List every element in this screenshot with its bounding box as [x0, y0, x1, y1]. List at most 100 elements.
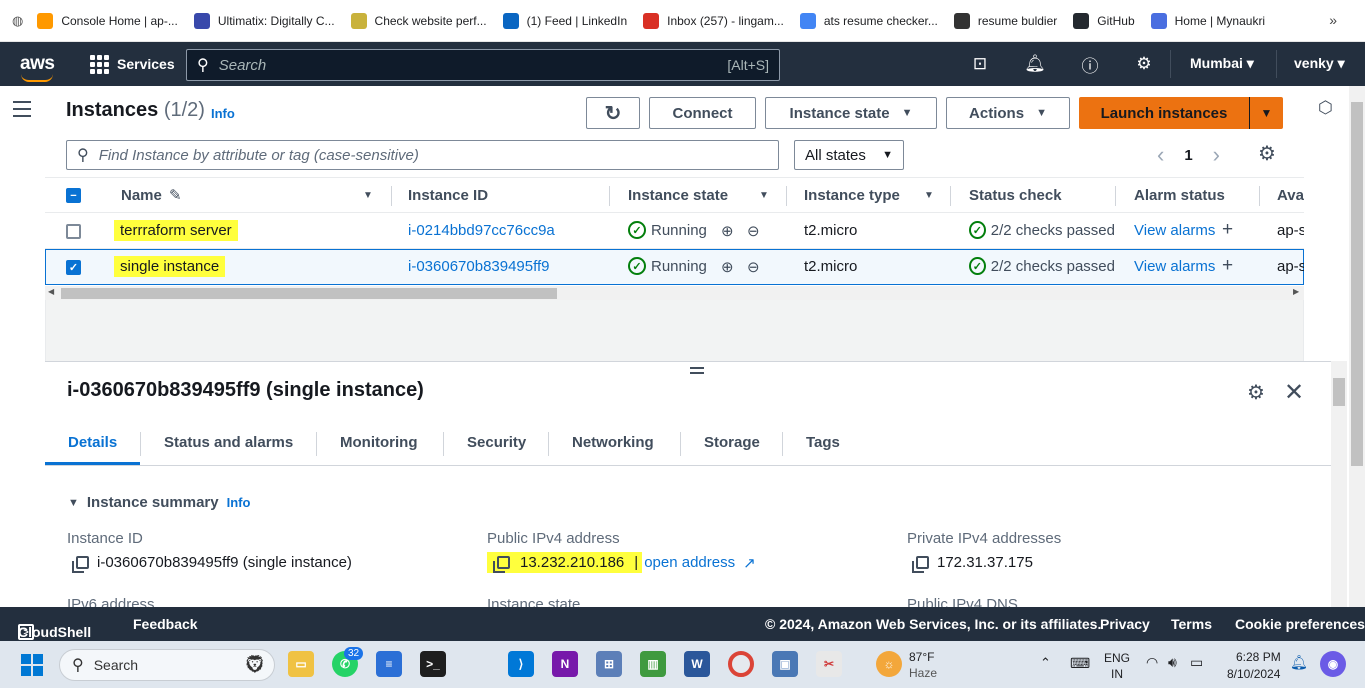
bookmark-item[interactable]: resume buldier — [953, 12, 1057, 29]
next-page-icon[interactable]: › — [1213, 142, 1220, 168]
instance-state-button[interactable]: Instance state ▼ — [765, 97, 937, 129]
refresh-button[interactable]: ↻ — [586, 97, 640, 129]
zoom-out-icon[interactable]: ⊖ — [747, 258, 760, 276]
column-header-availability-zone[interactable]: Avai — [1277, 187, 1304, 204]
zoom-in-icon[interactable]: ⊕ — [721, 222, 734, 240]
windows-start-icon[interactable] — [21, 654, 43, 676]
copy-icon[interactable] — [912, 556, 929, 573]
onenote-icon[interactable]: N — [552, 651, 578, 677]
search-input[interactable]: ⚲ Search [Alt+S] — [186, 49, 780, 81]
bell-icon[interactable]: 🔔︎ — [1024, 53, 1046, 75]
vscode-icon[interactable]: ⟩ — [508, 651, 534, 677]
view-alarms-link[interactable]: View alarms — [1134, 222, 1215, 239]
horizontal-scrollbar-thumb[interactable] — [61, 288, 557, 299]
prev-page-icon[interactable]: ‹ — [1157, 142, 1164, 168]
copy-icon[interactable] — [72, 556, 89, 573]
user-menu[interactable]: venky ▾ — [1294, 55, 1345, 72]
tab-storage[interactable]: Storage — [704, 434, 760, 451]
word-icon[interactable]: W — [684, 651, 710, 677]
table-settings-icon[interactable]: ⚙ — [1258, 141, 1276, 166]
sort-icon[interactable]: ▼ — [363, 190, 373, 201]
zoom-out-icon[interactable]: ⊖ — [747, 222, 760, 240]
help-icon[interactable]: ⓘ — [1079, 53, 1101, 76]
terminal-icon[interactable]: >_ — [420, 651, 446, 677]
bookmark-item[interactable]: Home | Mynaukri — [1150, 12, 1265, 29]
copy-icon[interactable] — [493, 556, 510, 573]
info-link[interactable]: Info — [227, 495, 251, 510]
keyboard-icon[interactable]: ⌨ — [1070, 655, 1090, 672]
chevron-up-icon[interactable]: ⌃ — [1040, 655, 1051, 671]
chrome-icon[interactable] — [728, 651, 754, 677]
language-indicator[interactable]: ENG — [1104, 651, 1130, 665]
actions-button[interactable]: Actions ▼ — [946, 97, 1070, 129]
tab-tags[interactable]: Tags — [806, 434, 840, 451]
aws-logo[interactable]: aws — [20, 54, 56, 82]
column-header-instance-id[interactable]: Instance ID — [408, 187, 488, 204]
tab-security[interactable]: Security — [467, 434, 526, 451]
state-filter-select[interactable]: All states ▼ — [794, 140, 904, 170]
services-menu-button[interactable]: Services — [90, 54, 175, 74]
region-selector[interactable]: Mumbai ▾ — [1190, 55, 1254, 72]
menu-icon[interactable] — [13, 101, 31, 122]
page-scrollbar-thumb[interactable] — [1351, 102, 1363, 466]
select-all-checkbox[interactable]: − — [66, 188, 81, 203]
column-header-instance-state[interactable]: Instance state — [628, 187, 728, 204]
tab-status-and-alarms[interactable]: Status and alarms — [164, 434, 293, 451]
connect-button[interactable]: Connect — [649, 97, 756, 129]
launch-instances-button[interactable]: Launch instances — [1079, 97, 1249, 129]
sort-icon[interactable]: ▼ — [759, 190, 769, 201]
cloudshell-icon[interactable]: ⊡ — [969, 53, 991, 75]
notification-bell-icon[interactable]: 🔔︎ — [1290, 654, 1308, 671]
external-link-icon[interactable]: ↗ — [743, 554, 756, 572]
close-icon[interactable]: ✕ — [1284, 378, 1304, 407]
weather-temp[interactable]: 87°F — [909, 650, 934, 664]
cookie-preferences-link[interactable]: Cookie preferences — [1235, 616, 1365, 632]
region-indicator[interactable]: IN — [1111, 667, 1123, 681]
row-checkbox[interactable]: ✓ — [66, 260, 81, 275]
launch-dropdown-button[interactable]: ▼ — [1249, 97, 1283, 129]
bookmark-item[interactable]: ats resume checker... — [799, 12, 938, 29]
privacy-link[interactable]: Privacy — [1100, 616, 1150, 632]
battery-icon[interactable]: ▭ — [1190, 654, 1203, 671]
plus-icon[interactable]: + — [1222, 219, 1233, 241]
bookmark-item[interactable]: Inbox (257) - lingam... — [643, 12, 784, 29]
hexagon-icon[interactable]: ⬡ — [1318, 98, 1333, 118]
tab-details[interactable]: Details — [68, 434, 117, 451]
info-link[interactable]: Info — [211, 106, 235, 121]
row-checkbox[interactable] — [66, 224, 81, 239]
clock-date[interactable]: 8/10/2024 — [1227, 667, 1280, 681]
wifi-icon[interactable]: ◠ — [1146, 654, 1158, 671]
taskbar-search[interactable]: ⚲ Search 🦁︎ — [59, 649, 275, 681]
panel-settings-icon[interactable]: ⚙ — [1247, 380, 1265, 405]
zoom-in-icon[interactable]: ⊕ — [721, 258, 734, 276]
scroll-left-icon[interactable]: ◀ — [48, 287, 54, 296]
feedback-link[interactable]: Feedback — [133, 616, 198, 632]
bookmark-item[interactable]: GitHub — [1073, 12, 1135, 29]
instance-id-link[interactable]: i-0360670b839495ff9 — [408, 258, 550, 275]
column-header-name[interactable]: Name — [121, 187, 162, 204]
terms-link[interactable]: Terms — [1171, 616, 1212, 632]
notepad-icon[interactable]: ≡ — [376, 651, 402, 677]
bookmark-item[interactable]: Ultimatix: Digitally C... — [193, 12, 335, 29]
page-number[interactable]: 1 — [1184, 147, 1192, 164]
plus-icon[interactable]: + — [1222, 255, 1233, 277]
view-alarms-link[interactable]: View alarms — [1134, 258, 1215, 275]
remote-desktop-icon[interactable]: ▣ — [772, 651, 798, 677]
open-address-link[interactable]: open address — [644, 554, 735, 571]
filter-input[interactable]: ⚲ Find Instance by attribute or tag (cas… — [66, 140, 779, 170]
volume-icon[interactable]: 🔊︎ — [1168, 654, 1177, 671]
tab-monitoring[interactable]: Monitoring — [340, 434, 417, 451]
column-header-alarm-status[interactable]: Alarm status — [1134, 187, 1225, 204]
snipping-tool-icon[interactable]: ✂ — [816, 651, 842, 677]
instance-summary-toggle[interactable]: ▼ Instance summary Info — [68, 494, 250, 511]
bookmark-item[interactable]: Console Home | ap-... — [37, 12, 178, 29]
bookmark-item[interactable]: Check website perf... — [350, 12, 487, 29]
scroll-right-icon[interactable]: ▶ — [1293, 287, 1299, 296]
more-bookmarks-icon[interactable]: » — [1329, 12, 1337, 28]
table-row[interactable]: ✓ single instance i-0360670b839495ff9 ✓ R… — [45, 249, 1304, 285]
column-header-instance-type[interactable]: Instance type — [804, 187, 900, 204]
column-header-status-check[interactable]: Status check — [969, 187, 1062, 204]
tab-networking[interactable]: Networking — [572, 434, 654, 451]
bookmark-item[interactable]: (1) Feed | LinkedIn — [502, 12, 627, 29]
weather-desc[interactable]: Haze — [909, 666, 937, 680]
